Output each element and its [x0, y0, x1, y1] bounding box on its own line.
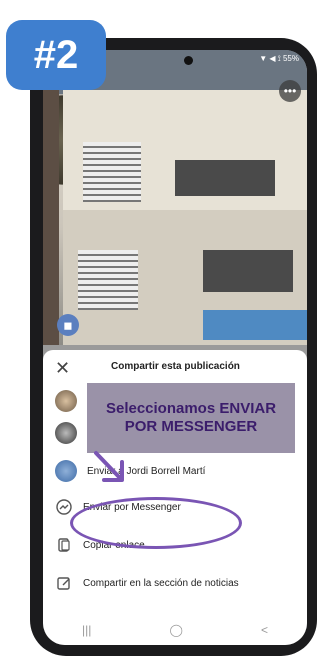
recents-button[interactable]: ||| [82, 623, 91, 637]
highlight-ellipse [70, 497, 242, 549]
share-contact-row-1[interactable] [55, 390, 87, 412]
back-button[interactable]: < [261, 623, 268, 637]
avatar [55, 422, 77, 444]
pointer-arrow-icon [94, 451, 124, 482]
marketplace-bag-icon[interactable]: ◼ [57, 314, 79, 336]
send-to-contact-row[interactable]: Enviar a Jordi Borrell Martí [55, 460, 205, 482]
android-nav-bar: ||| ◯ < [43, 615, 307, 645]
share-contact-row-2[interactable] [55, 422, 87, 444]
share-to-feed-row[interactable]: Compartir en la sección de noticias [55, 574, 239, 592]
messenger-icon [55, 498, 73, 516]
avatar [55, 390, 77, 412]
more-options-button[interactable]: ••• [279, 80, 301, 102]
sheet-title: Compartir esta publicación [111, 361, 240, 372]
share-to-feed-label: Compartir en la sección de noticias [83, 577, 239, 589]
status-icons: ▼ ◀ ⟟ 55% [259, 54, 299, 63]
post-photo [43, 50, 307, 345]
step-badge: #2 [6, 20, 106, 90]
copy-link-icon [55, 536, 73, 554]
phone-screen: ▼ ◀ ⟟ 55% ••• ◼ ✕ Compartir esta publica… [43, 50, 307, 645]
edit-post-icon [55, 574, 73, 592]
home-button[interactable]: ◯ [169, 623, 182, 637]
more-icon: ••• [283, 84, 297, 98]
close-icon[interactable]: ✕ [55, 358, 70, 379]
instruction-callout: Seleccionamos ENVIAR POR MESSENGER [87, 383, 295, 453]
avatar [55, 460, 77, 482]
front-camera [184, 56, 193, 65]
